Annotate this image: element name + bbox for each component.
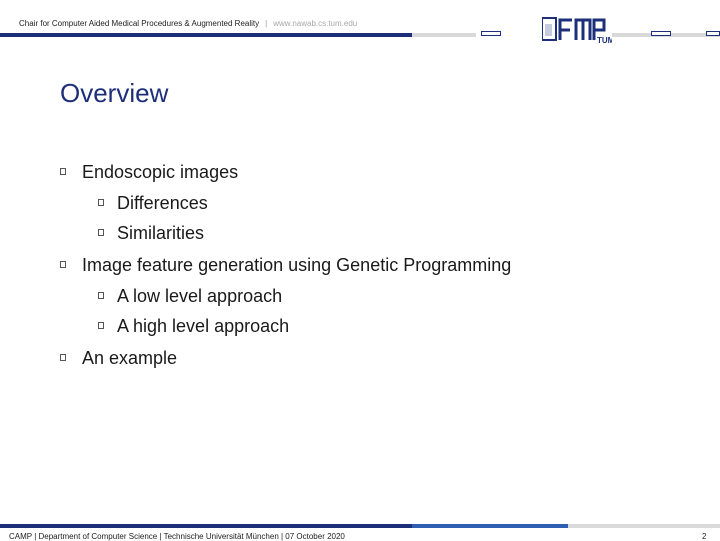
bullet-item: An example [60, 348, 177, 369]
bullet-text: A high level approach [117, 316, 290, 336]
bullet-text: Image feature generation using Genetic P… [82, 255, 512, 275]
bullet-text: Differences [117, 193, 208, 213]
footer-bar-mid-blue [412, 524, 568, 528]
header-separator: | [265, 19, 268, 28]
bullet-item: Image feature generation using Genetic P… [60, 255, 511, 276]
square-bullet-icon [98, 198, 104, 206]
bullet-text: Similarities [117, 223, 205, 243]
square-bullet-icon [60, 167, 66, 175]
nav-box-right [651, 31, 671, 36]
square-bullet-icon [98, 291, 104, 299]
nav-box-far-right [706, 31, 720, 36]
top-bar-blue [0, 33, 412, 37]
bullet-text: An example [82, 348, 178, 368]
bullet-text: A low level approach [117, 286, 283, 306]
bullet-item: Differences [98, 193, 208, 214]
square-bullet-icon [60, 260, 66, 268]
nav-box-left [481, 31, 501, 36]
bullet-item: Endoscopic images [60, 162, 238, 183]
footer-bar-gray [568, 524, 720, 528]
square-bullet-icon [98, 228, 104, 236]
bullet-item: A low level approach [98, 286, 282, 307]
footer-bar-blue [0, 524, 412, 528]
svg-text:TUM: TUM [597, 36, 612, 44]
bullet-item: A high level approach [98, 316, 289, 337]
square-bullet-icon [60, 353, 66, 361]
bullet-text: Endoscopic images [82, 162, 239, 182]
header-url: www.nawab.cs.tum.edu [273, 19, 358, 28]
top-bar-light-gray [412, 33, 476, 37]
chair-name: Chair for Computer Aided Medical Procedu… [19, 19, 260, 28]
bullet-item: Similarities [98, 223, 204, 244]
header-text: Chair for Computer Aided Medical Procedu… [19, 19, 357, 28]
camp-tum-logo: TUM [542, 17, 612, 44]
slide-title: Overview [60, 78, 169, 108]
square-bullet-icon [98, 321, 104, 329]
